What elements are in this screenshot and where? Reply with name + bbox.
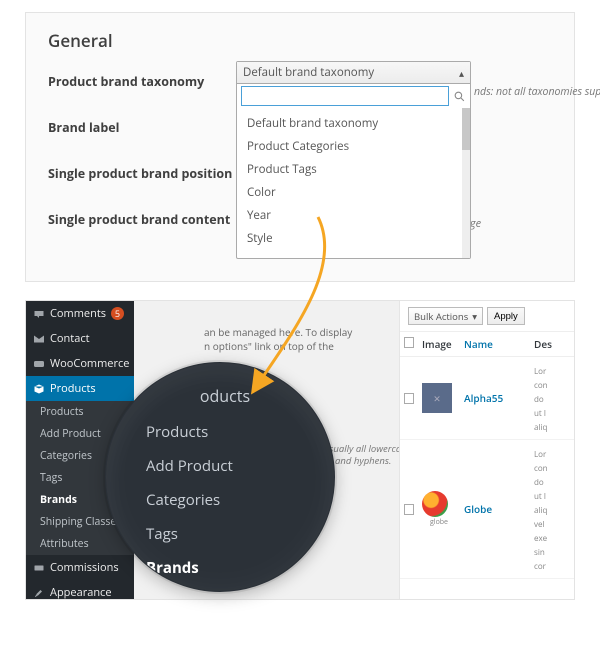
magnifier-overlay: oducts Products Add Product Categories T… [105, 362, 335, 592]
label-single-content: Single product brand content [48, 208, 238, 228]
apply-button[interactable]: Apply [487, 307, 525, 325]
label-taxonomy: Product brand taxonomy [48, 70, 238, 90]
sidebar-label: Contact [50, 331, 90, 346]
intro-line: an be managed here. To display [204, 325, 352, 339]
taxonomy-selected: Default brand taxonomy [243, 65, 374, 80]
brand-thumb-icon: globe [422, 491, 456, 527]
table-header: Image Name Des [400, 332, 574, 357]
taxonomy-option[interactable]: Color [237, 181, 462, 204]
cash-icon [33, 562, 45, 574]
col-desc[interactable]: Des [530, 332, 574, 356]
bulk-actions-select[interactable]: Bulk Actions ▾ [408, 307, 483, 325]
label-brand-label: Brand label [48, 116, 238, 136]
taxonomy-search-row [237, 84, 470, 108]
chevron-down-icon: ▾ [472, 310, 477, 323]
taxonomy-option[interactable]: Style [237, 227, 462, 250]
intro-line: n options" link on top of the [204, 339, 334, 353]
sidebar-item-commissions[interactable]: Commissions [26, 555, 134, 580]
comments-count-badge: 5 [111, 307, 124, 320]
brand-link[interactable]: Alpha55 [464, 391, 503, 405]
select-all-checkbox[interactable] [404, 337, 414, 348]
woo-icon [33, 358, 45, 370]
taxonomy-option[interactable]: Default brand taxonomy [237, 112, 462, 135]
row-checkbox[interactable] [404, 393, 414, 404]
col-image[interactable]: Image [418, 332, 460, 356]
brand-desc: Lor con do ut l aliq vel exe sin cor [534, 449, 548, 572]
taxonomy-option[interactable]: Product Categories [237, 135, 462, 158]
magnifier-item-current: Brands [146, 555, 304, 581]
thumb-caption: globe [422, 518, 456, 527]
table-row: globe Globe Lor con do ut l aliq vel exe… [400, 440, 574, 579]
label-single-position: Single product brand position [48, 162, 238, 182]
table-toolbar: Bulk Actions ▾ Apply [400, 301, 574, 332]
row-checkbox[interactable] [404, 504, 414, 515]
magnifier-header: oducts [146, 381, 304, 411]
bulk-label: Bulk Actions [414, 310, 468, 323]
magnifier-item: Add Product [146, 453, 304, 479]
sidebar-label: WooCommerce [50, 356, 129, 371]
table-row: ✕ Alpha55 Lor con do ut l aliq [400, 357, 574, 440]
brands-table: Bulk Actions ▾ Apply Image Name Des ✕ [399, 301, 574, 599]
brush-icon [33, 587, 45, 599]
sidebar-label: Products [50, 381, 96, 396]
submenu-item[interactable]: Products [26, 401, 134, 423]
section-heading: General [48, 29, 552, 52]
taxonomy-option[interactable]: Product Tags [237, 158, 462, 181]
taxonomy-dropdown[interactable]: Default brand taxonomy ▴ Default brand t… [236, 61, 471, 259]
sidebar-label: Commissions [50, 560, 119, 575]
magnifier-item: Tags [146, 521, 304, 547]
taxonomy-hint: nds: not all taxonomies support all [474, 85, 600, 99]
chevron-up-icon: ▴ [459, 66, 464, 80]
mail-icon [33, 333, 45, 345]
magnifier-item: Products [146, 419, 304, 445]
taxonomy-option[interactable]: Year [237, 204, 462, 227]
dropdown-scrollbar[interactable] [462, 108, 470, 258]
brand-link[interactable]: Globe [464, 502, 492, 516]
brands-intro: an be managed here. To display n options… [204, 326, 414, 353]
sidebar-item-comments[interactable]: Comments 5 [26, 301, 134, 326]
brand-thumb-icon: ✕ [422, 383, 452, 413]
settings-panel: General Product brand taxonomy Brand lab… [25, 12, 575, 282]
sidebar-label: Appearance [50, 585, 112, 600]
col-name[interactable]: Name [460, 332, 530, 356]
sidebar-item-appearance[interactable]: Appearance [26, 580, 134, 600]
submenu-item[interactable]: Attributes [26, 533, 134, 555]
taxonomy-dropdown-header[interactable]: Default brand taxonomy ▴ [237, 62, 470, 84]
sidebar-item-contact[interactable]: Contact [26, 326, 134, 351]
taxonomy-option-list: Default brand taxonomy Product Categorie… [237, 108, 462, 258]
box-icon [33, 383, 45, 395]
sidebar-item-woocommerce[interactable]: WooCommerce [26, 351, 134, 376]
comment-icon [33, 308, 45, 320]
magnifier-item: Categories [146, 487, 304, 513]
scrollbar-thumb[interactable] [462, 108, 470, 150]
brand-desc: Lor con do ut l aliq [534, 366, 548, 433]
sidebar-label: Comments [50, 306, 106, 321]
search-icon [453, 90, 466, 103]
taxonomy-search-input[interactable] [241, 86, 449, 106]
sidebar-item-products[interactable]: Products [26, 376, 134, 401]
